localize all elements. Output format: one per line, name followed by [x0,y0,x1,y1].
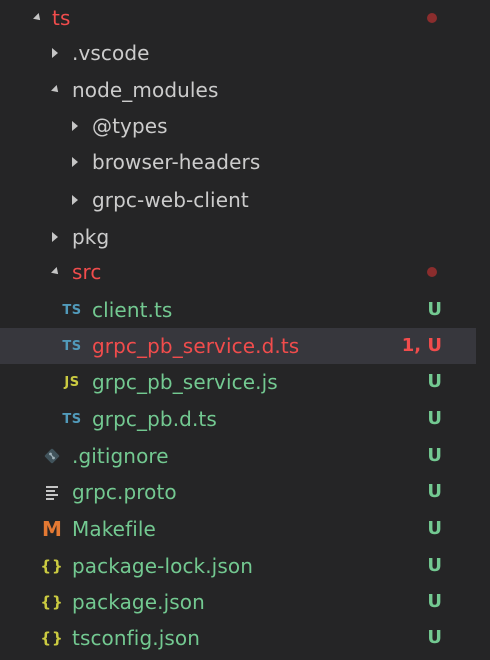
file-label: tsconfig.json [72,626,201,650]
chevron-right-icon[interactable] [67,108,83,144]
tree-item-client-ts[interactable]: TS client.ts U [0,292,476,328]
tree-item-package-lock-json[interactable]: {} package-lock.json U [0,548,476,584]
file-label: client.ts [92,298,173,322]
tree-item-node-modules-folder[interactable]: node_modules [0,72,476,108]
folder-label: src [72,260,102,284]
git-status-badge: U [427,481,442,502]
file-label: grpc_pb_service.d.ts [92,334,300,358]
tree-item-pkg-folder[interactable]: pkg [0,219,476,255]
tree-item-vscode-folder[interactable]: .vscode [0,35,476,71]
chevron-down-icon[interactable] [48,72,64,108]
git-status-badge: U [427,591,442,612]
git-diamond-icon [40,438,64,474]
tree-item-gitignore[interactable]: .gitignore U [0,438,476,474]
chevron-right-icon[interactable] [47,219,63,255]
chevron-right-icon[interactable] [47,35,63,71]
file-explorer-tree: ts .vscode node_modules @types browser-h… [0,0,490,660]
folder-label: @types [92,114,168,138]
git-status-badge: U [427,627,442,648]
git-status-badge: U [427,555,442,576]
makefile-icon: M [42,517,62,541]
file-label: grpc_pb.d.ts [92,407,217,431]
chevron-down-icon[interactable] [30,0,46,36]
problem-status-badge: 1, U [401,335,442,356]
json-file-icon: {} [40,629,64,647]
git-status-badge: U [427,445,442,466]
modified-dot-icon [427,267,437,277]
tree-item-browser-headers-folder[interactable]: browser-headers [0,144,476,180]
tree-item-grpc-web-client-folder[interactable]: grpc-web-client [0,182,476,218]
typescript-file-icon: TS [62,411,82,427]
modified-dot-icon [427,13,437,23]
tree-item-grpc-pb-service-d-ts[interactable]: TS grpc_pb_service.d.ts 1, U [0,328,476,364]
file-label: grpc_pb_service.js [92,370,278,394]
git-status-badge: U [427,299,442,320]
typescript-file-icon: TS [62,338,82,354]
chevron-right-icon[interactable] [67,144,83,180]
folder-label: pkg [72,225,110,249]
tree-item-src-folder[interactable]: src [0,254,476,290]
git-status-badge: U [427,408,442,429]
folder-label: .vscode [72,41,150,65]
file-label: Makefile [72,517,156,541]
javascript-file-icon: JS [64,374,80,390]
tree-item-package-json[interactable]: {} package.json U [0,584,476,620]
chevron-right-icon[interactable] [67,182,83,218]
file-label: package.json [72,590,205,614]
folder-label: grpc-web-client [92,188,249,212]
file-label: .gitignore [72,444,169,468]
json-file-icon: {} [40,557,64,575]
file-label: grpc.proto [72,480,177,504]
json-file-icon: {} [40,593,64,611]
folder-label: browser-headers [92,150,261,174]
tree-item-ts-folder[interactable]: ts [0,0,476,36]
tree-item-grpc-proto[interactable]: grpc.proto U [0,474,476,510]
tree-item-types-folder[interactable]: @types [0,108,476,144]
file-label: package-lock.json [72,554,253,578]
tree-item-grpc-pb-service-js[interactable]: JS grpc_pb_service.js U [0,364,476,400]
tree-item-grpc-pb-d-ts[interactable]: TS grpc_pb.d.ts U [0,401,476,437]
tree-item-tsconfig-json[interactable]: {} tsconfig.json U [0,620,476,656]
folder-label: ts [52,6,71,30]
text-lines-icon [40,474,64,510]
git-status-badge: U [427,371,442,392]
chevron-down-icon[interactable] [48,254,64,290]
git-status-badge: U [427,518,442,539]
folder-label: node_modules [72,78,219,102]
typescript-file-icon: TS [62,302,82,318]
tree-item-makefile[interactable]: M Makefile U [0,511,476,547]
